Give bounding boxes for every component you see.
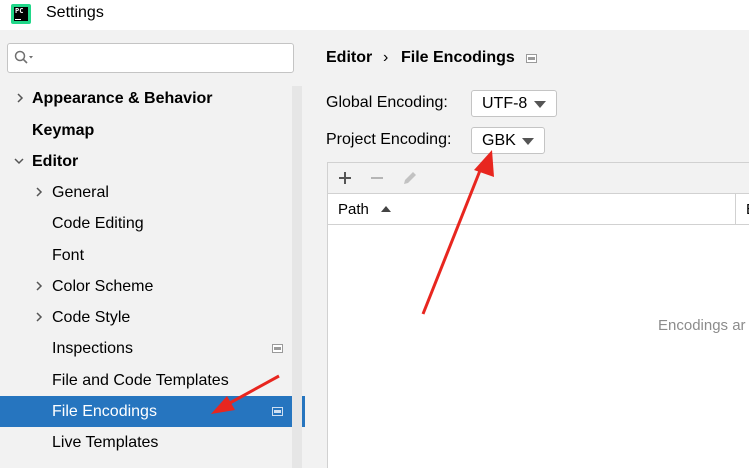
dropdown-arrow-icon [534, 101, 546, 108]
table-header: Path E [328, 194, 749, 225]
column-header-path[interactable]: Path [338, 194, 369, 225]
minus-icon[interactable] [366, 167, 388, 189]
sidebar-item-code-style[interactable]: Code Style [0, 302, 305, 333]
dropdown-arrow-icon [522, 138, 534, 145]
sidebar-item-label: Live Templates [52, 434, 159, 451]
search-icon [14, 50, 33, 64]
breadcrumb-parent[interactable]: Editor [326, 49, 372, 67]
chevron-right-icon[interactable] [34, 187, 44, 197]
project-encoding-select[interactable]: GBK [471, 127, 545, 154]
sidebar-item-file-code-templates[interactable]: File and Code Templates [0, 365, 305, 396]
path-encodings-table: Path E Encodings ar [327, 162, 749, 468]
search-input[interactable] [7, 43, 294, 73]
sidebar-item-editor[interactable]: Editor [0, 146, 305, 177]
sidebar-item-label: Code Editing [52, 215, 144, 232]
sidebar-item-label: Font [52, 247, 85, 264]
chevron-right-icon[interactable] [34, 281, 44, 291]
sidebar-item-appearance-behavior[interactable]: Appearance & Behavior [0, 83, 305, 114]
sidebar-item-code-editing[interactable]: Code Editing [0, 208, 305, 239]
sidebar-item-file-encodings[interactable]: File Encodings [0, 396, 305, 427]
chevron-right-icon[interactable] [34, 312, 44, 322]
global-encoding-value: UTF-8 [482, 95, 528, 112]
sidebar-item-keymap[interactable]: Keymap [0, 115, 305, 146]
sidebar-item-label: Keymap [32, 122, 95, 139]
chevron-right-icon[interactable] [15, 93, 25, 103]
global-encoding-label: Global Encoding: [326, 94, 448, 111]
project-encoding-label: Project Encoding: [326, 131, 452, 148]
sidebar-item-live-templates[interactable]: Live Templates [0, 427, 305, 458]
sidebar-item-label: File Encodings [52, 403, 157, 420]
sidebar-item-inspections[interactable]: Inspections [0, 333, 305, 364]
breadcrumb-separator: › [383, 49, 389, 66]
window-title: Settings [46, 4, 104, 21]
settings-sidebar: Appearance & Behavior Keymap Editor Gene… [0, 30, 305, 468]
sidebar-item-general[interactable]: General [0, 177, 305, 208]
project-settings-icon [272, 407, 283, 416]
sidebar-scrollbar[interactable] [292, 86, 302, 468]
table-empty-text: Encodings ar [658, 317, 746, 334]
sidebar-item-font[interactable]: Font [0, 240, 305, 271]
sidebar-item-label: Code Style [52, 309, 131, 326]
project-encoding-value: GBK [482, 132, 516, 149]
sidebar-item-label: Inspections [52, 340, 133, 357]
sidebar-item-color-scheme[interactable]: Color Scheme [0, 271, 305, 302]
sort-ascending-icon [381, 206, 391, 212]
sidebar-item-label: Editor [32, 153, 79, 170]
title-bar: PC Settings [0, 0, 749, 30]
pycharm-logo-icon: PC [11, 4, 31, 24]
sidebar-item-label: Appearance & Behavior [32, 90, 213, 107]
sidebar-item-label: File and Code Templates [52, 372, 229, 389]
sidebar-item-label: Color Scheme [52, 278, 154, 295]
table-toolbar [328, 163, 749, 194]
project-settings-icon [526, 54, 537, 63]
breadcrumb-current: File Encodings [401, 49, 515, 66]
sidebar-item-label: General [52, 184, 109, 201]
project-settings-icon [272, 344, 283, 353]
global-encoding-select[interactable]: UTF-8 [471, 90, 557, 117]
settings-content: Editor › File Encodings Global Encoding:… [305, 30, 749, 468]
chevron-down-icon[interactable] [14, 156, 24, 166]
plus-icon[interactable] [334, 167, 356, 189]
pencil-icon[interactable] [399, 167, 421, 189]
column-divider[interactable] [735, 194, 736, 225]
